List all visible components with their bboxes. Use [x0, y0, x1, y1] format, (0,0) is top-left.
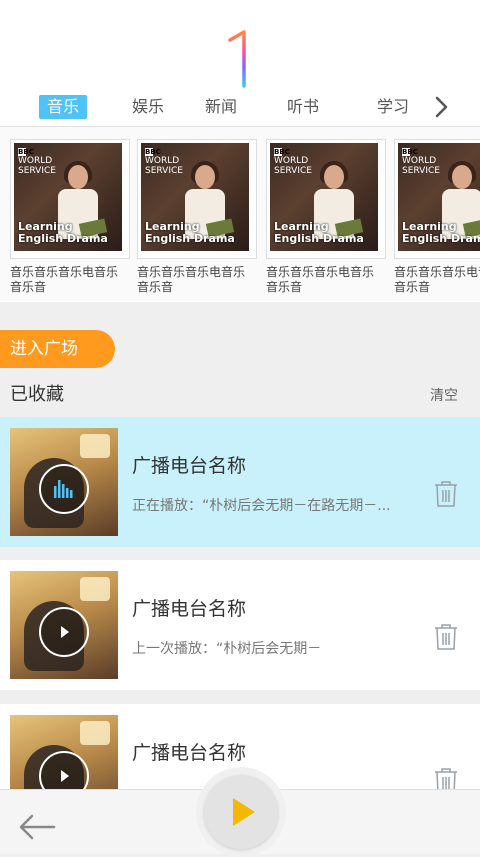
- trash-icon[interactable]: [434, 623, 458, 651]
- cover-subtitle: English Drama: [402, 232, 480, 245]
- album-label: 音乐音乐音乐电音乐音乐音: [10, 265, 119, 294]
- cover-service: SERVICE: [145, 166, 183, 176]
- album-cover: BBCWORLDSERVICE LearningEnglish Drama: [394, 139, 480, 259]
- back-arrow-icon[interactable]: [18, 812, 56, 842]
- chevron-right-icon[interactable]: [432, 92, 452, 122]
- album-card[interactable]: BBCWORLDSERVICE LearningEnglish Drama 音乐…: [394, 139, 480, 295]
- cover-subtitle: English Drama: [274, 232, 364, 245]
- station-status: 正在播放：“朴树后会无期－在路无期－...: [132, 498, 391, 514]
- favorites-title: 已收藏: [10, 384, 64, 405]
- album-label: 音乐音乐音乐电音乐音乐音: [266, 265, 375, 294]
- station-row[interactable]: 广播电台名称 正在播放：“朴树后会无期－在路无期－...: [0, 417, 480, 547]
- station-thumbnail: [10, 428, 118, 536]
- header-area: 音乐 娱乐 新闻 听书 学习 BBC WORLD SERVICE Learning E…: [0, 0, 480, 302]
- cover-brand: BBC: [274, 148, 290, 156]
- play-button[interactable]: [204, 775, 278, 849]
- album-carousel: BBC WORLD SERVICE Learning English Drama 音乐…: [0, 127, 480, 301]
- cover-service: SERVICE: [18, 166, 56, 176]
- enter-square-button[interactable]: 进入广场: [0, 330, 115, 368]
- cover-service: SERVICE: [402, 166, 440, 176]
- app-logo: [228, 30, 246, 88]
- album-card[interactable]: BBCWORLDSERVICE LearningEnglish Drama 音乐…: [10, 139, 130, 295]
- tab-study[interactable]: 学习: [369, 95, 417, 119]
- cover-brand: BBC: [402, 148, 418, 156]
- equalizer-icon[interactable]: [39, 464, 89, 514]
- play-icon[interactable]: [39, 607, 89, 657]
- album-label: 音乐音乐音乐电音乐音乐音: [137, 265, 246, 294]
- trash-icon[interactable]: [434, 480, 458, 508]
- album-cover: BBCWORLDSERVICE LearningEnglish Drama: [137, 139, 257, 259]
- tab-entertainment[interactable]: 娱乐: [124, 95, 172, 119]
- cover-brand: BBC: [18, 148, 34, 156]
- album-card[interactable]: BBCWORLDSERVICE LearningEnglish Drama 音乐…: [137, 139, 257, 295]
- category-tabs: 音乐 娱乐 新闻 听书 学习: [0, 92, 480, 122]
- clear-button[interactable]: 清空: [430, 385, 458, 405]
- cover-service: WORLD: [18, 156, 53, 166]
- play-icon: [233, 798, 255, 826]
- cover-service: WORLD: [145, 156, 180, 166]
- tab-news[interactable]: 新闻: [197, 95, 245, 119]
- station-thumbnail: [10, 571, 118, 679]
- station-name: 广播电台名称: [132, 598, 247, 620]
- station-row[interactable]: 广播电台名称 上一次播放：“朴树后会无期－: [0, 560, 480, 690]
- cover-service: WORLD: [274, 156, 309, 166]
- cover-subtitle: English Drama: [18, 232, 108, 245]
- cover-subtitle: English Drama: [145, 232, 235, 245]
- station-name: 广播电台名称: [132, 455, 247, 477]
- album-cover: BBCWORLDSERVICE LearningEnglish Drama: [10, 139, 130, 259]
- tab-music[interactable]: 音乐: [39, 95, 87, 119]
- station-name: 广播电台名称: [132, 742, 247, 764]
- cover-service: SERVICE: [274, 166, 312, 176]
- cover-brand: BBC: [145, 148, 161, 156]
- tab-audiobook[interactable]: 听书: [279, 95, 327, 119]
- album-cover: BBCWORLDSERVICE LearningEnglish Drama: [266, 139, 386, 259]
- cover-service: WORLD: [402, 156, 437, 166]
- album-label: 音乐音乐音乐电音乐音乐音: [394, 265, 480, 294]
- album-card[interactable]: BBCWORLDSERVICE LearningEnglish Drama 音乐…: [266, 139, 386, 295]
- station-status: 上一次播放：“朴树后会无期－: [132, 641, 322, 657]
